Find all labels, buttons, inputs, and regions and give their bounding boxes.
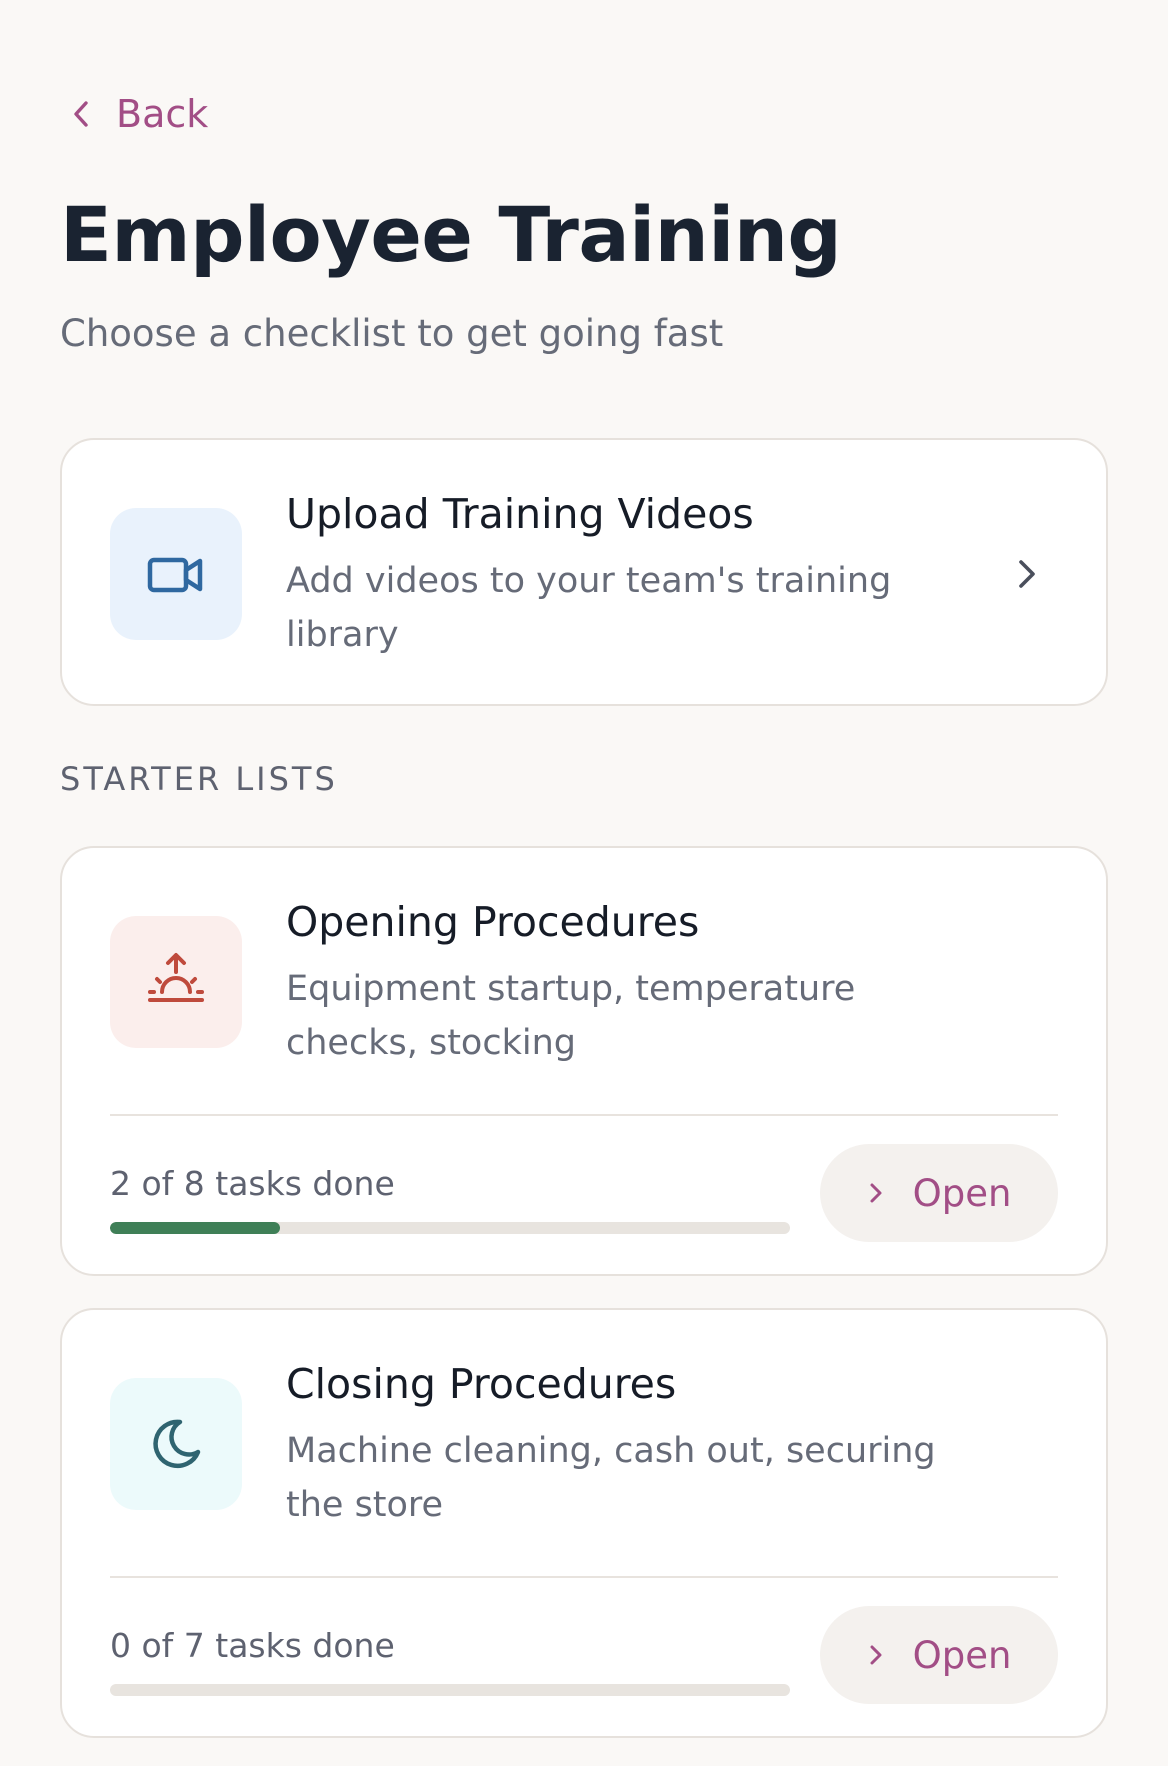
progress-fill <box>110 1222 280 1234</box>
open-button[interactable]: Open <box>820 1144 1058 1242</box>
checklist-description: Machine cleaning, cash out, securing the… <box>286 1431 936 1525</box>
card-divider <box>110 1576 1058 1578</box>
checklist-card-closing[interactable]: Closing Procedures Machine cleaning, cas… <box>60 1308 1108 1738</box>
open-label: Open <box>912 1633 1012 1677</box>
upload-card-description: Add videos to your team's training libra… <box>286 561 892 655</box>
progress-text: 2 of 8 tasks done <box>110 1164 395 1203</box>
checklist-title: Opening Procedures <box>286 898 700 946</box>
video-camera-icon <box>147 557 203 593</box>
checklist-title: Closing Procedures <box>286 1360 677 1408</box>
progress-bar <box>110 1684 790 1696</box>
back-button[interactable]: Back <box>68 92 208 136</box>
upload-videos-card[interactable]: Upload Training Videos Add videos to you… <box>60 438 1108 706</box>
page-subtitle: Choose a checklist to get going fast <box>60 312 724 355</box>
moon-icon <box>153 1419 201 1469</box>
card-divider <box>110 1114 1058 1116</box>
progress-text: 0 of 7 tasks done <box>110 1626 395 1665</box>
open-label: Open <box>912 1171 1012 1215</box>
page-title: Employee Training <box>60 190 842 279</box>
closing-icon-tile <box>110 1378 242 1510</box>
chevron-right-icon <box>870 1645 882 1665</box>
checklist-description: Equipment startup, temperature checks, s… <box>286 969 856 1063</box>
back-label: Back <box>116 92 209 136</box>
progress-bar <box>110 1222 790 1234</box>
chevron-left-icon <box>74 101 88 127</box>
employee-training-screen: Back Employee Training Choose a checklis… <box>0 0 1168 1766</box>
sunrise-icon <box>148 953 204 1002</box>
upload-card-title: Upload Training Videos <box>286 490 754 538</box>
upload-icon-tile <box>110 508 242 640</box>
checklist-card-opening[interactable]: Opening Procedures Equipment startup, te… <box>60 846 1108 1276</box>
open-button[interactable]: Open <box>820 1606 1058 1704</box>
opening-icon-tile <box>110 916 242 1048</box>
chevron-right-icon <box>1019 560 1035 588</box>
section-label: STARTER LISTS <box>60 760 338 798</box>
chevron-right-icon <box>870 1183 882 1203</box>
